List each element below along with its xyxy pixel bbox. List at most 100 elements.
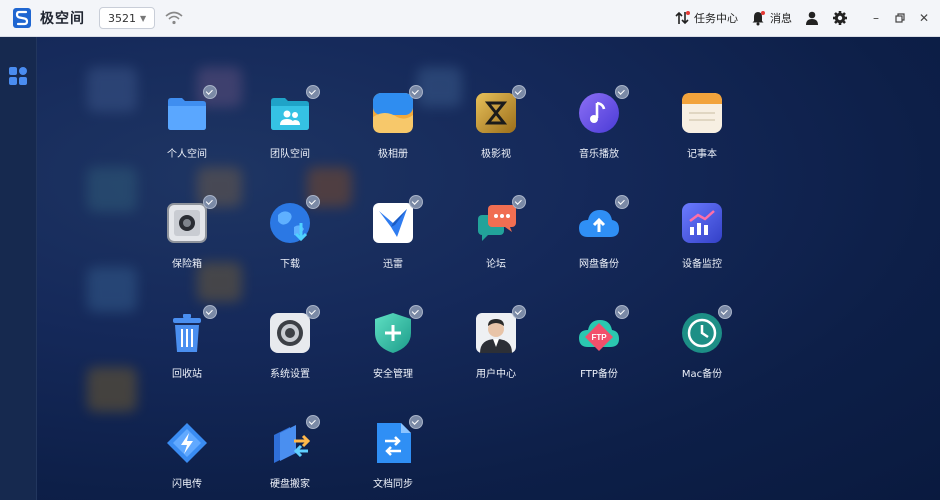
- app-label: 保险箱: [172, 259, 202, 270]
- app-tile[interactable]: 极影视: [446, 77, 546, 177]
- app-tile[interactable]: 网盘备份: [549, 187, 649, 287]
- app-tile[interactable]: 论坛: [446, 187, 546, 287]
- transfer-icon: [675, 11, 690, 25]
- installed-badge-icon: [203, 195, 217, 209]
- app-window: 极空间 3521 ▼ 任务中心 消息 – ✕ 个人空间 团队空间 极相册 极影视…: [0, 0, 940, 500]
- ftp-icon: FTP: [579, 320, 619, 351]
- photo-album-icon: [373, 93, 413, 133]
- app-tile[interactable]: 极相册: [343, 77, 443, 177]
- app-tile[interactable]: FTP FTP备份: [549, 297, 649, 397]
- app-label: 安全管理: [373, 369, 413, 380]
- gear-icon[interactable]: [832, 10, 848, 26]
- app-label: 系统设置: [270, 369, 310, 380]
- app-tile[interactable]: 保险箱: [137, 187, 237, 287]
- app-label: 个人空间: [167, 149, 207, 160]
- app-label: 文档同步: [373, 479, 413, 490]
- installed-badge-icon: [409, 85, 423, 99]
- music-icon: [579, 93, 619, 133]
- close-button[interactable]: ✕: [918, 11, 930, 25]
- app-label: 记事本: [687, 149, 717, 160]
- flash-transfer-icon: [167, 423, 207, 463]
- device-label: 3521: [108, 11, 136, 25]
- app-tile[interactable]: 设备监控: [652, 187, 752, 287]
- installed-badge-icon: [306, 195, 320, 209]
- app-label: Mac备份: [681, 369, 723, 380]
- settings-icon: [270, 313, 310, 353]
- installed-badge-icon: [203, 305, 217, 319]
- app-label: FTP备份: [580, 369, 618, 380]
- installed-badge-icon: [615, 195, 629, 209]
- bell-icon: [752, 11, 765, 26]
- video-icon: [476, 93, 516, 133]
- messages-label: 消息: [770, 12, 792, 25]
- blurred-window: [87, 67, 137, 112]
- blurred-window: [87, 167, 137, 212]
- title-bar-actions: 任务中心 消息 – ✕: [674, 0, 930, 36]
- minimize-button[interactable]: –: [870, 11, 882, 25]
- app-tile[interactable]: 音乐播放: [549, 77, 649, 177]
- thunder-icon: [373, 203, 413, 243]
- app-tile[interactable]: 用户中心: [446, 297, 546, 397]
- desktop: 个人空间 团队空间 极相册 极影视 音乐播放 记事本 保险箱 下载 迅雷 论坛 …: [37, 37, 940, 500]
- app-tile[interactable]: 闪电传: [137, 407, 237, 500]
- installed-badge-icon: [615, 305, 629, 319]
- app-label: 硬盘搬家: [270, 479, 310, 490]
- app-tile[interactable]: 安全管理: [343, 297, 443, 397]
- app-title: 极空间: [40, 11, 85, 27]
- restore-button[interactable]: [894, 12, 906, 24]
- trash-icon: [173, 314, 201, 352]
- download-icon: [270, 203, 310, 243]
- app-label: 网盘备份: [579, 259, 619, 270]
- installed-badge-icon: [306, 305, 320, 319]
- monitor-icon: [682, 203, 722, 243]
- app-tile[interactable]: 迅雷: [343, 187, 443, 287]
- device-selector[interactable]: 3521 ▼: [99, 7, 156, 29]
- app-tile[interactable]: 记事本: [652, 77, 752, 177]
- app-tile[interactable]: 系统设置: [240, 297, 340, 397]
- app-grid-icon[interactable]: [7, 65, 29, 87]
- app-label: 迅雷: [383, 259, 403, 270]
- installed-badge-icon: [409, 195, 423, 209]
- folder-icon: [168, 98, 206, 130]
- app-tile[interactable]: 个人空间: [137, 77, 237, 177]
- app-label: 团队空间: [270, 149, 310, 160]
- user-center-icon: [476, 313, 516, 353]
- task-center-button[interactable]: 任务中心: [674, 10, 738, 26]
- safe-icon: [167, 203, 207, 243]
- app-tile[interactable]: 文档同步: [343, 407, 443, 500]
- shield-icon: [375, 313, 411, 353]
- app-label: 论坛: [486, 259, 506, 270]
- installed-badge-icon: [615, 85, 629, 99]
- app-tile[interactable]: 硬盘搬家: [240, 407, 340, 500]
- app-label: 极相册: [378, 149, 408, 160]
- disk-move-icon: [274, 425, 311, 463]
- installed-badge-icon: [718, 305, 732, 319]
- title-bar: 极空间 3521 ▼ 任务中心 消息 – ✕: [0, 0, 940, 37]
- blurred-window: [87, 367, 137, 412]
- app-label: 极影视: [481, 149, 511, 160]
- app-tile[interactable]: 团队空间: [240, 77, 340, 177]
- app-tile[interactable]: Mac备份: [652, 297, 752, 397]
- doc-sync-icon: [377, 423, 411, 463]
- app-tile[interactable]: 下载: [240, 187, 340, 287]
- wifi-icon: [165, 11, 183, 25]
- task-center-label: 任务中心: [694, 12, 738, 25]
- installed-badge-icon: [409, 305, 423, 319]
- app-label: 下载: [280, 259, 300, 270]
- svg-text:FTP: FTP: [591, 333, 607, 342]
- user-icon[interactable]: [804, 10, 820, 26]
- time-machine-icon: [682, 313, 722, 353]
- restore-icon: [895, 13, 905, 23]
- installed-badge-icon: [306, 85, 320, 99]
- installed-badge-icon: [512, 85, 526, 99]
- chevron-down-icon: ▼: [140, 13, 147, 23]
- installed-badge-icon: [512, 195, 526, 209]
- app-tile[interactable]: 回收站: [137, 297, 237, 397]
- installed-badge-icon: [203, 85, 217, 99]
- installed-badge-icon: [409, 415, 423, 429]
- messages-button[interactable]: 消息: [750, 10, 792, 26]
- blurred-window: [87, 267, 137, 312]
- app-label: 回收站: [172, 369, 202, 380]
- installed-badge-icon: [306, 415, 320, 429]
- notepad-icon: [682, 93, 722, 133]
